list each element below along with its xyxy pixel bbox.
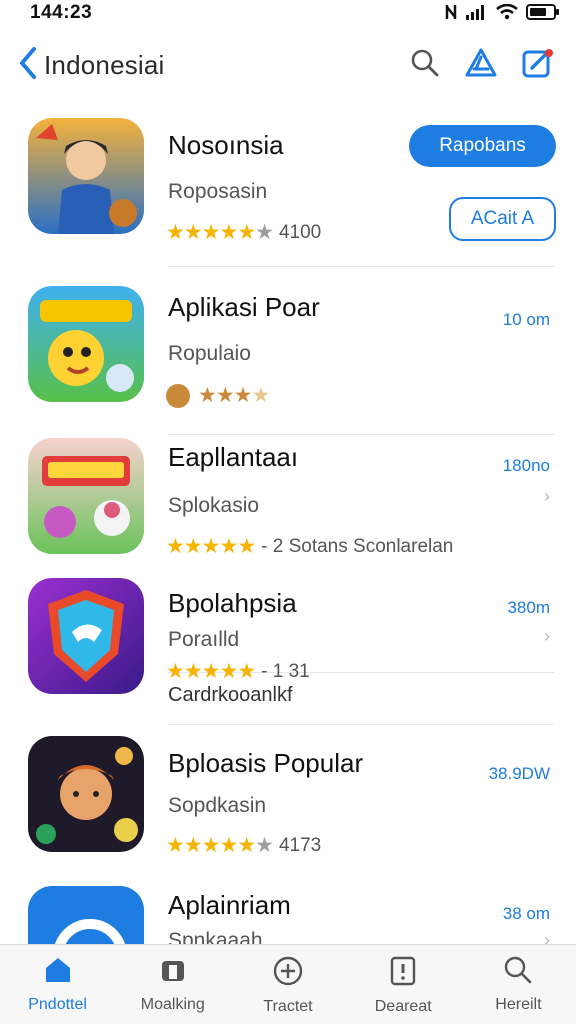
back-button[interactable]: Indonesiai xyxy=(18,46,165,85)
navigation-bar: Indonesiai xyxy=(0,40,576,92)
star-icon: ★ xyxy=(201,834,221,857)
star-icon: ★ xyxy=(201,660,221,683)
star-icon: ★ xyxy=(166,834,185,857)
battery-icon xyxy=(526,3,560,26)
get-app-button[interactable]: ACait A xyxy=(449,197,556,241)
developer-badge-icon xyxy=(166,383,190,408)
star-icon: ★ xyxy=(183,660,203,683)
primary-action-button[interactable]: Rapobans xyxy=(409,125,556,167)
app-icon xyxy=(28,578,144,694)
app-size: 380m xyxy=(507,598,550,617)
tab-search[interactable]: Hereilt xyxy=(461,945,576,1024)
app-subtitle: Ropulaio xyxy=(168,342,251,365)
tab-alerts[interactable]: Deareat xyxy=(346,945,461,1024)
star-icon: ★ xyxy=(201,535,221,558)
app-developer: Cardrkooanlkf xyxy=(168,684,293,706)
appstore-button[interactable] xyxy=(464,48,498,82)
search-icon xyxy=(503,955,533,990)
tab-bar: Pndottel Moalking Tractet Deareat Hereil… xyxy=(0,944,576,1024)
app-name: Aplainriam xyxy=(168,890,291,920)
star-icon: ★ xyxy=(219,834,238,857)
divider xyxy=(168,266,554,267)
search-icon xyxy=(410,48,440,83)
star-icon: ★ xyxy=(237,535,256,558)
star-icon: ★ xyxy=(255,834,274,857)
app-subtitle: Sopdkasin xyxy=(168,794,267,817)
app-rating: ★ ★ ★ ★ ★ ★ 4100 xyxy=(166,220,321,245)
star-icon: ★ xyxy=(233,384,253,407)
chevron-left-icon xyxy=(18,46,38,85)
search-button[interactable] xyxy=(408,48,442,82)
star-icon: ★ xyxy=(183,535,203,558)
star-icon: ★ xyxy=(251,384,270,407)
chevron-right-icon: › xyxy=(544,486,550,506)
star-icon: ★ xyxy=(215,384,235,407)
rating-count: 4100 xyxy=(278,221,322,243)
tab-label: Hereilt xyxy=(495,996,542,1013)
app-icon xyxy=(28,438,144,554)
tab-home[interactable]: Pndottel xyxy=(0,945,115,1024)
app-size: 180no xyxy=(502,456,550,475)
app-rating: ★ ★ ★ ★ xyxy=(166,383,270,408)
status-icons xyxy=(444,3,560,26)
app-name: Bploasis Popular xyxy=(168,748,364,778)
status-bar: 144:23 xyxy=(0,0,576,28)
bag-icon xyxy=(158,955,188,990)
app-size: 10 om xyxy=(502,310,550,329)
app-size: 38.9DW xyxy=(488,764,550,783)
divider xyxy=(168,724,554,725)
notification-badge xyxy=(545,49,553,57)
tab-label: Deareat xyxy=(374,998,432,1015)
star-icon: ★ xyxy=(183,221,203,244)
page-title: Indonesiai xyxy=(44,50,165,80)
app-subtitle: Splokasio xyxy=(168,494,260,517)
app-icon xyxy=(28,286,144,402)
app-size: 38 om xyxy=(502,904,550,923)
app-name: Nosoınsia xyxy=(168,130,284,160)
tab-label: Pndottel xyxy=(28,996,87,1013)
rating-count: - 2 Sotans Sconlarelan xyxy=(261,535,454,557)
wifi-icon xyxy=(496,3,518,25)
star-icon: ★ xyxy=(201,221,221,244)
app-rating: ★ ★ ★ ★ ★ - 1 31 xyxy=(166,659,310,684)
star-icon: ★ xyxy=(166,660,185,683)
star-icon: ★ xyxy=(198,384,217,407)
app-subtitle: Roposasin xyxy=(168,180,268,203)
plus-circle-icon xyxy=(272,955,304,992)
star-icon: ★ xyxy=(255,221,274,244)
chevron-right-icon: › xyxy=(544,626,550,646)
tab-label: Moalking xyxy=(140,996,205,1013)
appstore-icon xyxy=(464,47,498,84)
star-icon: ★ xyxy=(237,660,256,683)
rating-count: 4173 xyxy=(278,834,322,856)
tab-label: Tractet xyxy=(263,998,313,1015)
tab-tracker[interactable]: Tractet xyxy=(230,945,345,1024)
star-icon: ★ xyxy=(219,221,238,244)
star-icon: ★ xyxy=(237,834,256,857)
app-icon xyxy=(28,118,144,234)
app-icon xyxy=(28,736,144,852)
rating-count: - 1 31 xyxy=(261,660,310,682)
app-name: Aplikasi Poar xyxy=(168,292,320,322)
alert-doc-icon xyxy=(388,955,418,992)
divider xyxy=(168,434,554,435)
compose-button[interactable] xyxy=(520,48,554,82)
app-subtitle: Poraılld xyxy=(168,628,240,651)
app-name: Bpolahpsia xyxy=(168,588,297,618)
star-icon: ★ xyxy=(183,834,203,857)
home-icon xyxy=(43,955,73,990)
app-name: Eapllantaaı xyxy=(168,442,299,472)
star-icon: ★ xyxy=(219,535,238,558)
star-icon: ★ xyxy=(219,660,238,683)
signal-icon xyxy=(466,4,488,25)
nfc-icon xyxy=(444,3,458,26)
tab-marketing[interactable]: Moalking xyxy=(115,945,230,1024)
app-rating: ★ ★ ★ ★ ★ ★ 4173 xyxy=(166,833,321,858)
app-rating: ★ ★ ★ ★ ★ - 2 Sotans Sconlarelan xyxy=(166,534,453,559)
star-icon: ★ xyxy=(166,221,185,244)
star-icon: ★ xyxy=(237,221,256,244)
star-icon: ★ xyxy=(166,535,185,558)
status-time: 144:23 xyxy=(30,2,93,23)
